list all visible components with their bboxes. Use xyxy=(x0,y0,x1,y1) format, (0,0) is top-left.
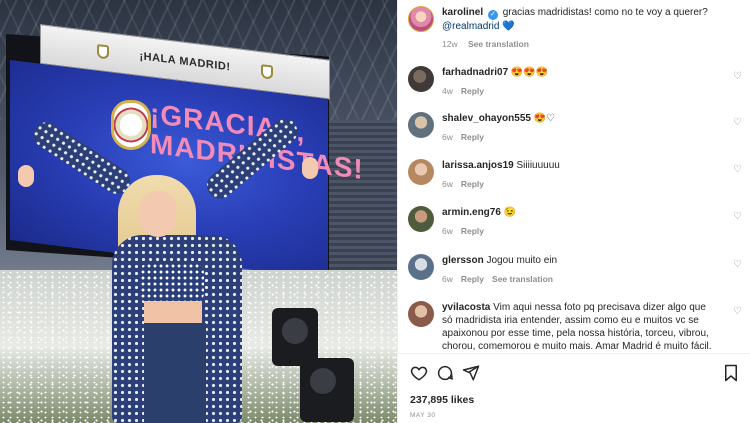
comment-time[interactable]: 4w xyxy=(442,86,453,96)
face xyxy=(140,191,176,237)
share-send-icon[interactable] xyxy=(462,364,480,382)
comment-item: armin.eng76 😉 6w Reply ♡ xyxy=(408,206,743,238)
comment-item: glersson Jogou muito ein 6w Reply See tran… xyxy=(408,254,743,286)
comment-text: 😍😍😍 xyxy=(510,67,549,78)
comment-body: armin.eng76 😉 6w Reply xyxy=(442,206,712,238)
action-icons xyxy=(410,364,740,384)
hand-right xyxy=(302,157,318,179)
reply-button[interactable]: Reply xyxy=(461,226,484,236)
verified-badge-icon: ✓ xyxy=(487,10,498,20)
hand-left xyxy=(18,165,34,187)
like-comment-heart-icon[interactable]: ♡ xyxy=(733,165,743,175)
commenter-avatar[interactable] xyxy=(408,254,434,280)
comment-username[interactable]: yvilacosta xyxy=(442,302,490,313)
likes-count[interactable]: 237,895 likes xyxy=(410,394,474,406)
banner-text: ¡HALA MADRID! xyxy=(139,50,231,74)
comment-body: glersson Jogou muito ein 6w Reply See tran… xyxy=(442,254,712,286)
comment-username[interactable]: armin.eng76 xyxy=(442,207,501,218)
caption-body: karolinel ✓ gracias madridistas! como no… xyxy=(442,6,708,62)
commenter-avatar[interactable] xyxy=(408,66,434,92)
comment-text: Jogou muito ein xyxy=(486,255,558,266)
see-translation-link[interactable]: See translation xyxy=(492,274,553,284)
reply-button[interactable]: Reply xyxy=(461,86,484,96)
jeans xyxy=(144,323,206,423)
reply-button[interactable]: Reply xyxy=(461,274,484,284)
comment-item: yvilacosta Vim aqui nessa foto pq precis… xyxy=(408,301,743,353)
woman-figure xyxy=(18,113,318,423)
comment-time[interactable]: 6w xyxy=(442,179,453,189)
comment-body: larissa.anjos19 Siiiiuuuuu 6w Reply xyxy=(442,159,712,191)
comment-bubble-icon[interactable] xyxy=(436,364,454,382)
like-comment-heart-icon[interactable]: ♡ xyxy=(733,118,743,128)
midriff xyxy=(144,301,202,325)
author-username[interactable]: karolinel xyxy=(442,7,483,18)
crop-top xyxy=(140,263,204,303)
post-caption: karolinel ✓ gracias madridistas! como no… xyxy=(398,0,750,62)
comment-text: 😉 xyxy=(503,207,517,218)
comment-username[interactable]: glersson xyxy=(442,255,484,266)
crest-icon xyxy=(97,44,110,60)
comment-username[interactable]: farhadnadri07 xyxy=(442,67,508,78)
comment-time[interactable]: 6w xyxy=(442,226,453,236)
commenter-avatar[interactable] xyxy=(408,112,434,138)
comment-item: shalev_ohayon555 😍♡ 6w Reply ♡ xyxy=(408,112,743,144)
save-bookmark-icon[interactable] xyxy=(722,364,740,382)
caption-text: gracias madridistas! como no te voy a qu… xyxy=(502,7,708,18)
comment-username[interactable]: larissa.anjos19 xyxy=(442,160,514,171)
commenter-avatar[interactable] xyxy=(408,206,434,232)
comment-item: larissa.anjos19 Siiiiuuuuu 6w Reply ♡ xyxy=(408,159,743,191)
comment-body: yvilacosta Vim aqui nessa foto pq precis… xyxy=(442,301,712,353)
comment-time[interactable]: 6w xyxy=(442,274,453,284)
reply-button[interactable]: Reply xyxy=(461,179,484,189)
like-heart-icon[interactable] xyxy=(410,364,428,382)
real-madrid-crest-icon xyxy=(111,100,151,150)
caption-mention[interactable]: @realmadrid xyxy=(442,21,499,32)
caption-meta: 12w See translation xyxy=(442,38,708,51)
like-comment-heart-icon[interactable]: ♡ xyxy=(733,260,743,270)
comment-item: farhadnadri07 😍😍😍 4w Reply ♡ xyxy=(408,66,743,98)
comment-body: shalev_ohayon555 😍♡ 6w Reply xyxy=(442,112,712,144)
commenter-avatar[interactable] xyxy=(408,301,434,327)
comment-text: 😍♡ xyxy=(533,113,556,124)
post-actions: 237,895 likes MAY 30 xyxy=(398,353,750,423)
post-photo[interactable]: ¡HALA MADRID! ¡GRACIAS, MADRIDISTAS! xyxy=(0,0,397,423)
see-translation-link[interactable]: See translation xyxy=(468,39,529,49)
comment-time[interactable]: 6w xyxy=(442,132,453,142)
commenter-avatar[interactable] xyxy=(408,159,434,185)
stage-light xyxy=(300,358,354,422)
comments-pane: karolinel ✓ gracias madridistas! como no… xyxy=(397,0,750,423)
crest-icon xyxy=(260,64,273,80)
caption-time[interactable]: 12w xyxy=(442,39,458,49)
blue-heart-emoji: 💙 xyxy=(502,21,515,32)
post-date: MAY 30 xyxy=(410,412,436,419)
comment-body: farhadnadri07 😍😍😍 4w Reply xyxy=(442,66,712,98)
reply-button[interactable]: Reply xyxy=(461,132,484,142)
like-comment-heart-icon[interactable]: ♡ xyxy=(733,212,743,222)
comment-username[interactable]: shalev_ohayon555 xyxy=(442,113,531,124)
like-comment-heart-icon[interactable]: ♡ xyxy=(733,72,743,82)
author-avatar[interactable] xyxy=(408,6,434,32)
like-comment-heart-icon[interactable]: ♡ xyxy=(733,307,743,317)
comment-text: Siiiiuuuuu xyxy=(516,160,560,171)
instagram-post-view: ¡HALA MADRID! ¡GRACIAS, MADRIDISTAS! xyxy=(0,0,750,423)
